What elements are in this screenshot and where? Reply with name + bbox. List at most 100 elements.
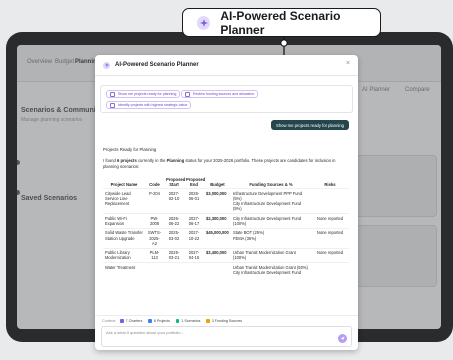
table-cell: None reported xyxy=(311,227,349,249)
table-cell: $2,300,000 xyxy=(204,213,231,229)
reply-intro-text: I found xyxy=(103,158,117,163)
table-cell: Water Treatment xyxy=(103,262,145,277)
table-cell: 2027-02-10 xyxy=(164,187,184,214)
close-icon[interactable]: × xyxy=(346,60,350,67)
context-label: Context: xyxy=(102,319,117,323)
reply-intro-text: currently in the xyxy=(136,158,167,163)
table-cell: State BOT (25%) FEMA (35%) xyxy=(231,227,311,249)
table-body: Citywide Lead Service Line Replacement P-… xyxy=(103,187,349,277)
table-cell xyxy=(311,187,349,214)
table-cell: PW-2008 xyxy=(145,213,164,229)
sparkle-icon xyxy=(103,61,110,69)
suggestion-chip-label: Show me projects ready for planning xyxy=(118,92,177,96)
table-cell: City Infrastructure Development Fund (10… xyxy=(231,213,311,229)
project-icon xyxy=(148,319,152,323)
feature-callout: AI-Powered Scenario Planner xyxy=(182,8,381,37)
projects-table: Project Name Code Proposed Start Propose… xyxy=(103,176,349,277)
table-cell: Urban Transit Modernization Grant (100%) xyxy=(231,247,311,263)
table-cell: None reported xyxy=(311,213,349,229)
funding-icon xyxy=(206,319,210,323)
send-button[interactable] xyxy=(338,334,347,343)
suggestion-chips: Show me projects ready for planning Revi… xyxy=(100,85,353,113)
timeline-dot xyxy=(17,190,20,195)
reply-intro: I found 6 projects currently in the Plan… xyxy=(103,158,349,170)
column-header: Code xyxy=(149,182,160,187)
context-tag-funding[interactable]: 3 Funding Sources xyxy=(206,319,242,323)
table-row[interactable]: Citywide Lead Service Line Replacement P-… xyxy=(103,187,349,214)
column-header: Budget xyxy=(210,182,225,187)
table-cell: Solid Waste Transfer Station Upgrade xyxy=(103,227,145,249)
table-cell: $3,400,000 xyxy=(204,247,231,263)
table-row[interactable]: Public Library Modernization PLM-113 2025-… xyxy=(103,247,349,263)
sparkle-icon xyxy=(197,15,211,30)
chat-icon xyxy=(185,91,190,97)
column-header: Risks xyxy=(324,182,336,187)
table-cell: PLM-113 xyxy=(145,247,164,263)
table-cell: Urban Transit Modernization Grant (50%) C… xyxy=(231,262,311,277)
table-row[interactable]: Public Wi-Fi Expansion PW-2008 2026-06-22 2… xyxy=(103,213,349,229)
context-tag-label: 3 Funding Sources xyxy=(211,319,243,323)
table-cell: 2027-10-22 xyxy=(184,227,204,249)
suggestion-chip-label: Review funding sources and allocation xyxy=(193,92,255,96)
table-cell: SWTS-2025-A2 xyxy=(145,227,164,249)
table-cell xyxy=(204,262,231,277)
table-cell: 2027-06-17 xyxy=(184,213,204,229)
table-cell: $45,000,000 xyxy=(204,227,231,249)
chat-icon xyxy=(110,102,115,108)
card-title: Saved Scenarios xyxy=(21,195,78,202)
table-row[interactable]: Solid Waste Transfer Station Upgrade SWTS… xyxy=(103,227,349,249)
charter-icon xyxy=(120,319,124,323)
reply-status: Planning xyxy=(166,158,185,163)
table-cell xyxy=(145,262,164,277)
question-input[interactable] xyxy=(106,329,326,336)
table-cell: 2025-03-21 xyxy=(164,247,184,263)
table-cell: P-204 xyxy=(145,187,164,214)
timeline-dot xyxy=(17,160,20,165)
ai-planner-button[interactable]: AI Planner xyxy=(362,87,390,93)
context-tag-label: 7 Charters xyxy=(125,319,143,323)
table-cell: 2026-06-22 xyxy=(164,213,184,229)
column-header: Funding Sources & % xyxy=(249,182,293,187)
user-message-bubble: Show me projects ready for planning xyxy=(271,120,349,130)
table-cell xyxy=(164,262,184,277)
table-cell: Public Library Modernization xyxy=(103,247,145,263)
nav-item-overview[interactable]: Overview xyxy=(27,59,52,65)
table-header-row: Project Name Code Proposed Start Propose… xyxy=(103,176,349,189)
suggestion-chip-label: Identify projects with highest strategic… xyxy=(118,103,188,107)
table-cell: 2026-06-01 xyxy=(184,187,204,214)
table-cell xyxy=(184,262,204,277)
nav-item-budget[interactable]: Budget xyxy=(55,59,74,65)
reply-heading: Projects Ready for Planning xyxy=(103,147,157,152)
table-row[interactable]: Water Treatment Urban Transit Modernizati… xyxy=(103,262,349,277)
table-cell: None reported xyxy=(311,247,349,263)
column-header: Proposed End xyxy=(186,177,206,187)
column-header: Proposed Start xyxy=(166,177,186,187)
suggestion-chip-ready-projects[interactable]: Show me projects ready for planning xyxy=(106,90,181,98)
chat-icon xyxy=(110,91,115,97)
context-tag-label: 1 Scenarios xyxy=(181,319,201,323)
context-tag-projects[interactable]: 6 Projects xyxy=(148,319,170,323)
table-cell: Citywide Lead Service Line Replacement xyxy=(103,187,145,214)
section-subtitle: Manage planning scenarios xyxy=(21,117,83,123)
callout-title: AI-Powered Scenario Planner xyxy=(220,8,341,37)
ai-planner-modal: AI-Powered Scenario Planner × Show me pr… xyxy=(95,55,358,350)
suggestion-chip-funding[interactable]: Review funding sources and allocation xyxy=(181,90,259,98)
table-cell xyxy=(311,262,349,277)
context-tag-label: 6 Projects xyxy=(153,319,170,323)
table-cell: Infrastructure Development PPP Fund (5%)… xyxy=(231,187,311,214)
modal-title: AI-Powered Scenario Planner xyxy=(115,62,199,68)
reply-project-count: 6 projects xyxy=(116,158,137,163)
table-cell: 2025-03-02 xyxy=(164,227,184,249)
suggestion-chip-strategic-value[interactable]: Identify projects with highest strategic… xyxy=(106,101,192,109)
compare-button[interactable]: Compare xyxy=(405,87,430,93)
context-tag-charters[interactable]: 7 Charters xyxy=(120,319,142,323)
question-input-box xyxy=(101,326,352,347)
scenario-icon xyxy=(175,319,180,323)
context-bar: Context: 7 Charters 6 Projects 1 Scenari… xyxy=(95,315,358,326)
table-cell: $3,000,000 xyxy=(204,187,231,214)
modal-header: AI-Powered Scenario Planner × xyxy=(95,55,358,76)
column-header: Project Name xyxy=(110,182,138,187)
send-icon xyxy=(340,336,345,341)
table-cell: Public Wi-Fi Expansion xyxy=(103,213,145,229)
context-tag-scenarios[interactable]: 1 Scenarios xyxy=(175,319,201,323)
